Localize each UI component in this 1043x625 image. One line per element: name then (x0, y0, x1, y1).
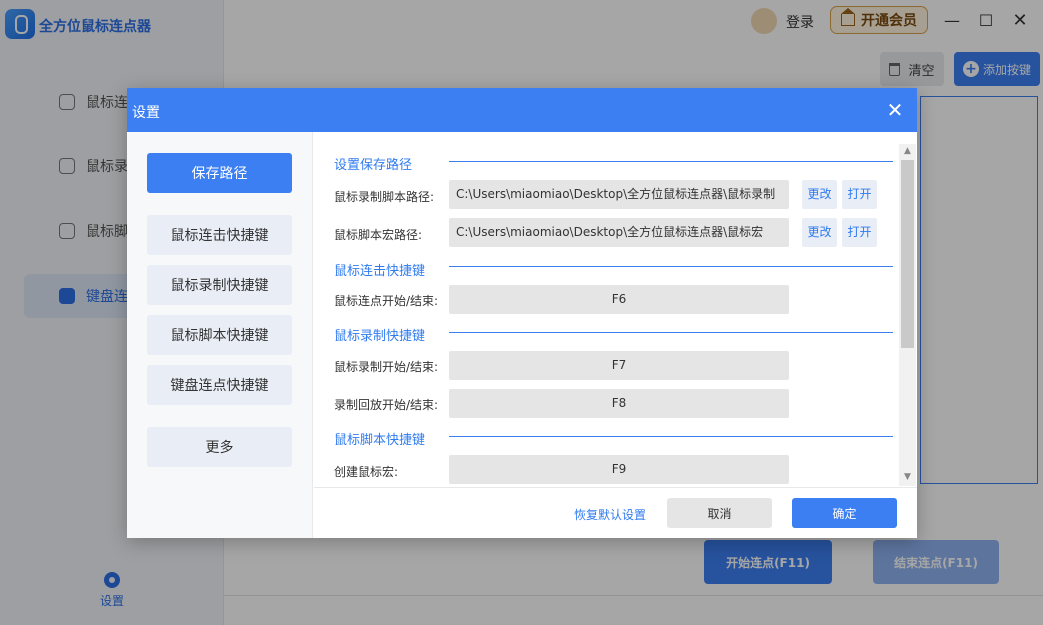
tab-script-hotkey[interactable]: 鼠标脚本快捷键 (147, 315, 292, 355)
tab-more[interactable]: 更多 (147, 427, 292, 467)
scroll-up-icon[interactable]: ▲ (899, 144, 916, 158)
section-title: 鼠标连击快捷键 (334, 264, 426, 279)
close-icon[interactable]: ✕ (883, 98, 907, 122)
tab-record-hotkey[interactable]: 鼠标录制快捷键 (147, 265, 292, 305)
macro-path-field: C:\Users\miaomiao\Desktop\全方位鼠标连点器\鼠标宏 (449, 218, 789, 247)
section-line (449, 266, 893, 267)
scrollbar[interactable]: ▲ ▼ (899, 144, 916, 486)
open-macro-path-button[interactable]: 打开 (842, 218, 877, 247)
tab-keyboard-hotkey[interactable]: 键盘连点快捷键 (147, 365, 292, 405)
section-line (449, 332, 893, 333)
playback-hotkey-field[interactable]: F8 (449, 389, 789, 418)
scroll-down-icon[interactable]: ▼ (899, 470, 916, 484)
section-title: 设置保存路径 (334, 158, 413, 173)
dialog-header: 设置 ✕ (127, 88, 917, 132)
cancel-button[interactable]: 取消 (667, 498, 772, 528)
restore-defaults-link[interactable]: 恢复默认设置 (574, 506, 646, 523)
scroll-thumb[interactable] (901, 160, 914, 348)
section-title: 鼠标脚本快捷键 (334, 433, 426, 448)
create-macro-label: 创建鼠标宏: (334, 465, 399, 479)
tab-click-hotkey[interactable]: 鼠标连击快捷键 (147, 215, 292, 255)
macro-path-label: 鼠标脚本宏路径: (334, 228, 423, 242)
record-hotkey-label: 鼠标录制开始/结束: (334, 360, 439, 374)
create-macro-hotkey-field[interactable]: F9 (449, 455, 789, 484)
click-hotkey-label: 鼠标连点开始/结束: (334, 294, 439, 308)
change-record-path-button[interactable]: 更改 (802, 180, 837, 209)
click-hotkey-field[interactable]: F6 (449, 285, 789, 314)
record-hotkey-field[interactable]: F7 (449, 351, 789, 380)
section-title: 鼠标录制快捷键 (334, 329, 426, 344)
section-line (449, 161, 893, 162)
record-path-label: 鼠标录制脚本路径: (334, 190, 435, 204)
settings-tabs: 保存路径 鼠标连击快捷键 鼠标录制快捷键 鼠标脚本快捷键 键盘连点快捷键 更多 (127, 132, 313, 538)
open-record-path-button[interactable]: 打开 (842, 180, 877, 209)
record-path-field: C:\Users\miaomiao\Desktop\全方位鼠标连点器\鼠标录制 (449, 180, 789, 209)
settings-content: 设置保存路径 鼠标录制脚本路径: C:\Users\miaomiao\Deskt… (314, 132, 917, 488)
dialog-title: 设置 (132, 105, 160, 121)
tab-save-path[interactable]: 保存路径 (147, 153, 292, 193)
playback-hotkey-label: 录制回放开始/结束: (334, 398, 439, 412)
ok-button[interactable]: 确定 (792, 498, 897, 528)
change-macro-path-button[interactable]: 更改 (802, 218, 837, 247)
settings-dialog: 设置 ✕ 保存路径 鼠标连击快捷键 鼠标录制快捷键 鼠标脚本快捷键 键盘连点快捷… (127, 88, 917, 538)
dialog-footer: 恢复默认设置 取消 确定 (314, 487, 917, 538)
section-line (449, 436, 893, 437)
